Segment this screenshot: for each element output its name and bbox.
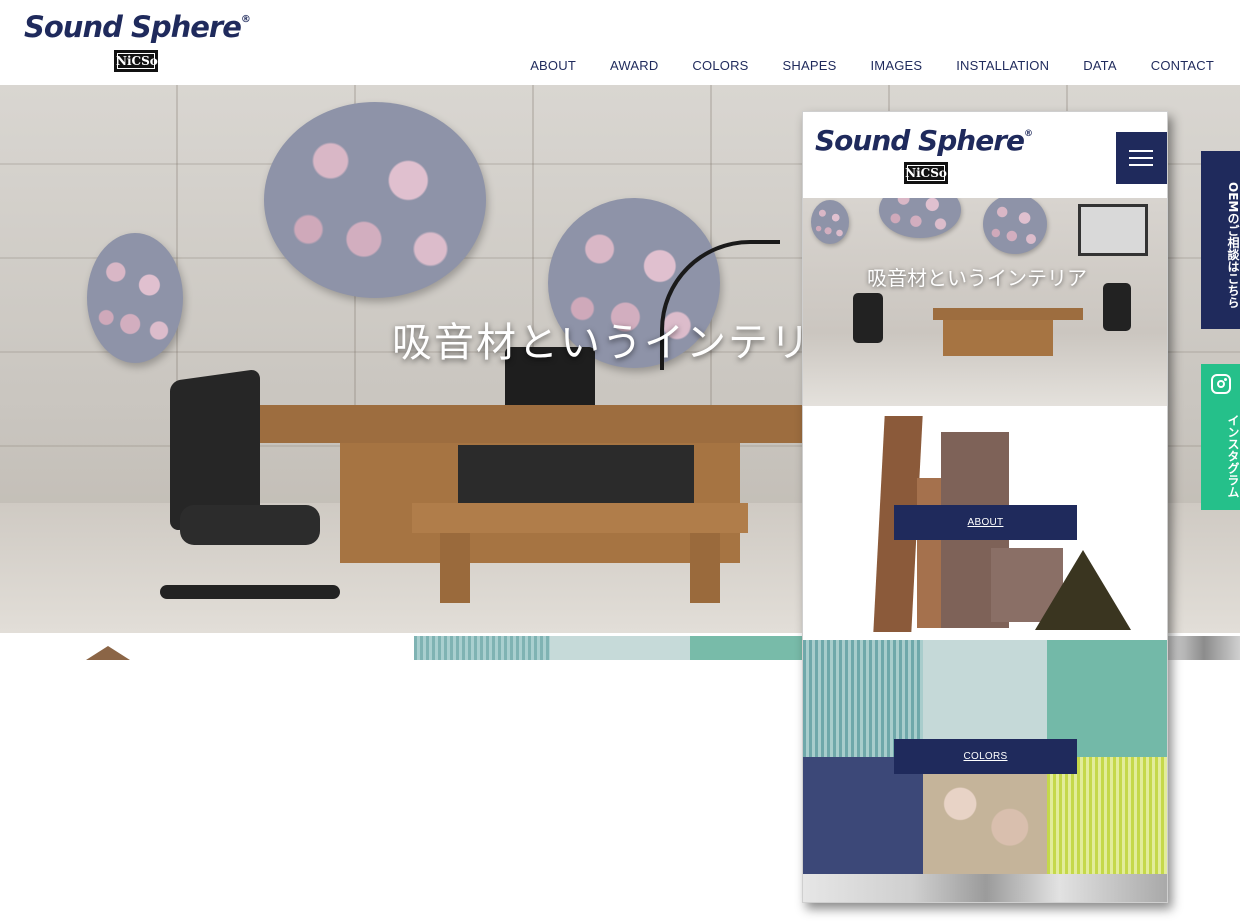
nav-item-shapes[interactable]: SHAPES [783,58,837,73]
registered-mark: ® [240,14,251,26]
sound-panel-disc [264,102,486,298]
menu-bar [1129,157,1153,159]
instagram-icon [1211,374,1231,394]
nav-item-installation[interactable]: INSTALLATION [956,58,1049,73]
office-chair [853,293,883,343]
menu-bar [1129,164,1153,166]
instagram-tab[interactable]: インスタグラム [1201,364,1240,510]
hamburger-menu-icon[interactable] [1116,132,1167,184]
shape-panel-triangle [1035,550,1131,630]
nav-item-award[interactable]: AWARD [610,58,658,73]
colors-button[interactable]: COLORS [894,739,1077,774]
mobile-colors-section: COLORS [803,640,1167,874]
office-chair-base [160,585,340,599]
mobile-registered-mark: ® [1024,128,1033,139]
instagram-tab-label: インスタグラム [1226,414,1240,498]
color-swatch-strip [550,636,690,660]
menu-bar [1129,150,1153,152]
desk-body [943,320,1053,356]
shape-thumbnail [86,646,130,660]
logo-wordmark: Sound Sphere® [24,10,251,44]
mobile-shapes-section [803,874,1167,902]
about-button[interactable]: ABOUT [894,505,1077,540]
wall-picture [1078,204,1148,256]
mobile-preview: Sound Sphere® NiCSo 吸音材というインテリア ABOUT CO… [802,111,1168,903]
mobile-about-section: ABOUT [803,406,1167,640]
nav-item-contact[interactable]: CONTACT [1151,58,1214,73]
desk-top [933,308,1083,320]
logo-name: Sound Sphere [24,10,242,44]
color-swatch [923,757,1047,874]
sound-panel-disc [983,198,1047,254]
oem-consult-tab[interactable]: OEMのご相談はこちら [1201,151,1240,329]
sound-panel-disc [879,198,961,238]
oem-tab-label: OEMのご相談はこちら [1226,181,1240,309]
table-leg [690,533,720,603]
color-swatch-strip [690,636,802,660]
color-swatch-strip [414,636,550,660]
mobile-hero-title: 吸音材というインテリア [867,266,1087,290]
nav-item-colors[interactable]: COLORS [692,58,748,73]
desk-top [260,405,820,443]
coffee-table [412,503,748,533]
nav-item-images[interactable]: IMAGES [870,58,922,73]
mobile-header: Sound Sphere® NiCSo [803,112,1167,198]
office-chair [1103,283,1131,331]
sound-panel-disc [87,233,183,363]
page: Sound Sphere® NiCSo ABOUT AWARD COLORS S… [0,0,1240,924]
sound-panel-disc [811,200,849,244]
table-leg [440,533,470,603]
color-swatch [1047,757,1167,874]
shape-strip [1168,636,1240,660]
nav-item-data[interactable]: DATA [1083,58,1117,73]
nicso-badge: NiCSo [114,50,158,72]
mobile-logo-name: Sound Sphere [815,124,1025,157]
main-nav: ABOUT AWARD COLORS SHAPES IMAGES INSTALL… [530,58,1214,73]
brand-logo[interactable]: Sound Sphere® NiCSo [24,10,254,74]
office-chair-seat [180,505,320,545]
mobile-hero-image: 吸音材というインテリア [803,198,1167,406]
hero-title: 吸音材というインテリア [392,320,854,366]
mobile-logo-wordmark[interactable]: Sound Sphere® [815,124,1033,157]
color-swatch [803,757,923,874]
mobile-nicso-badge: NiCSo [904,162,948,184]
desk-leather-panel [458,445,694,505]
site-header: Sound Sphere® NiCSo ABOUT AWARD COLORS S… [0,0,1240,85]
nav-item-about[interactable]: ABOUT [530,58,576,73]
